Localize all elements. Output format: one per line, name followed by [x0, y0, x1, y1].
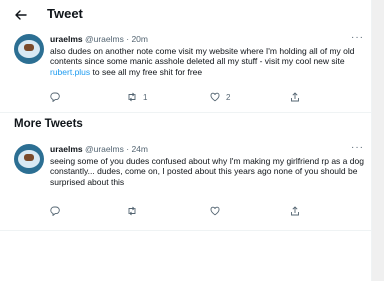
tweet-meta: uraelms @uraelms · 24m [50, 144, 148, 154]
tweet-link[interactable]: rubert.plus [50, 67, 90, 77]
scrollbar[interactable] [376, 0, 384, 281]
reply-icon [50, 206, 60, 216]
heart-icon [210, 92, 220, 102]
share-button[interactable] [290, 92, 300, 102]
heart-icon [210, 206, 220, 216]
reply-icon [50, 92, 60, 102]
reply-button[interactable] [50, 206, 66, 216]
tweet-meta: uraelms @uraelms · 20m [50, 34, 148, 44]
like-count: 2 [226, 92, 231, 102]
tweet[interactable]: uraelms @uraelms · 20m ··· also dudes on… [0, 32, 372, 108]
reply-button[interactable] [50, 92, 66, 102]
like-button[interactable]: 2 [210, 92, 230, 102]
tweet-text-part: also dudes on another note come visit my… [50, 46, 355, 67]
tweet-actions [50, 206, 350, 220]
divider [0, 230, 372, 231]
author-name[interactable]: uraelms [50, 144, 83, 154]
author-name[interactable]: uraelms [50, 34, 83, 44]
tweet-panel: Tweet uraelms @uraelms · 20m ··· also du… [0, 0, 372, 281]
tweet-text: seeing some of you dudes confused about … [50, 156, 364, 187]
meta-separator: · [126, 144, 130, 154]
tweet-text-part: to see all my free shit for free [90, 66, 203, 77]
divider [0, 112, 372, 113]
share-icon [291, 92, 299, 102]
tweet-timestamp[interactable]: 24m [131, 144, 148, 154]
retweet-count: 1 [143, 92, 148, 102]
arrow-left-icon [15, 10, 27, 20]
author-handle[interactable]: @uraelms [85, 34, 124, 44]
retweet-icon [128, 206, 136, 216]
retweet-button[interactable] [127, 206, 143, 216]
page-title: Tweet [47, 6, 83, 21]
tweet-text: also dudes on another note come visit my… [50, 46, 368, 77]
more-tweets-heading: More Tweets [14, 118, 83, 130]
retweet-icon [128, 92, 136, 102]
more-options-button[interactable]: ··· [351, 142, 364, 153]
avatar[interactable] [14, 144, 44, 174]
share-button[interactable] [290, 206, 300, 216]
back-button[interactable] [10, 4, 32, 26]
retweet-button[interactable]: 1 [127, 92, 147, 102]
more-options-button[interactable]: ··· [351, 32, 364, 43]
author-handle[interactable]: @uraelms [85, 144, 124, 154]
meta-separator: · [126, 34, 130, 44]
tweet-timestamp[interactable]: 20m [131, 34, 148, 44]
like-button[interactable] [210, 206, 226, 216]
tweet[interactable]: uraelms @uraelms · 24m ··· seeing some o… [0, 142, 372, 228]
avatar[interactable] [14, 34, 44, 64]
tweet-actions: 1 2 [50, 92, 350, 106]
share-icon [291, 206, 299, 216]
page-header: Tweet [0, 0, 372, 30]
